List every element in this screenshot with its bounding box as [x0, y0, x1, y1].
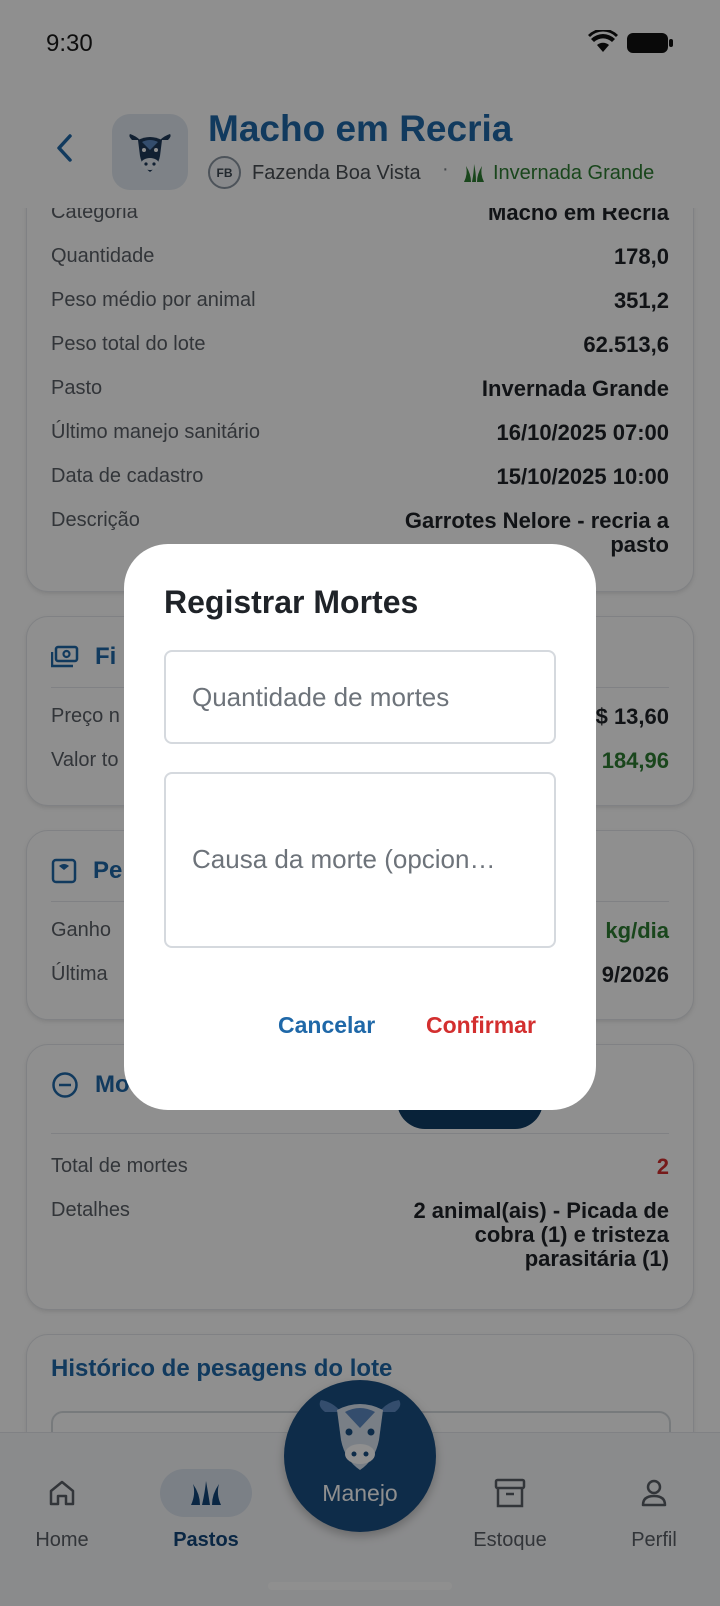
dialog-title: Registrar Mortes — [164, 584, 419, 620]
confirm-button[interactable]: Confirmar — [426, 1012, 536, 1039]
register-deaths-dialog: Registrar Mortes Cancelar Confirmar — [124, 544, 596, 1110]
cancel-button[interactable]: Cancelar — [278, 1012, 375, 1039]
death-cause-input[interactable] — [166, 774, 554, 946]
death-quantity-field — [164, 650, 556, 744]
death-cause-field — [164, 772, 556, 948]
death-quantity-input[interactable] — [166, 652, 554, 742]
